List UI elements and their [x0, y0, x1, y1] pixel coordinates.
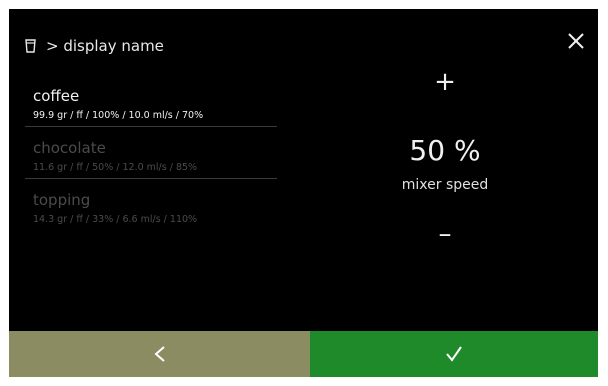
ingredient-params: 99.9 gr / ff / 100% / 10.0 ml/s / 70% — [33, 110, 204, 121]
mixer-speed-control: + 50 % mixer speed – — [355, 67, 535, 249]
ingredient-list: coffee 99.9 gr / ff / 100% / 10.0 ml/s /… — [25, 81, 277, 237]
decrease-button[interactable]: – — [425, 219, 465, 249]
confirm-button[interactable] — [310, 331, 598, 377]
back-button[interactable] — [9, 331, 310, 377]
device-screen: > display name coffee 99.9 gr / ff / 100… — [9, 9, 598, 377]
ingredient-params: 11.6 gr / ff / 50% / 12.0 ml/s / 85% — [33, 162, 198, 173]
footer-bar — [9, 331, 598, 377]
ingredient-item-topping[interactable]: topping 14.3 gr / ff / 33% / 6.6 ml/s / … — [25, 185, 277, 231]
ingredient-item-chocolate[interactable]: chocolate 11.6 gr / ff / 50% / 12.0 ml/s… — [25, 133, 277, 179]
header: > display name — [25, 37, 164, 55]
check-icon — [446, 346, 462, 362]
ingredient-item-coffee[interactable]: coffee 99.9 gr / ff / 100% / 10.0 ml/s /… — [25, 81, 277, 127]
ingredient-name: coffee — [33, 87, 80, 105]
increase-button[interactable]: + — [425, 67, 465, 97]
page-title: > display name — [46, 37, 164, 55]
close-icon[interactable] — [564, 29, 588, 53]
cup-icon — [25, 39, 36, 53]
ingredient-params: 14.3 gr / ff / 33% / 6.6 ml/s / 110% — [33, 214, 198, 225]
mixer-speed-label: mixer speed — [401, 177, 489, 193]
mixer-speed-value: 50 % — [409, 134, 481, 167]
ingredient-name: chocolate — [33, 139, 106, 157]
ingredient-name: topping — [33, 191, 91, 209]
chevron-left-icon — [153, 346, 165, 362]
